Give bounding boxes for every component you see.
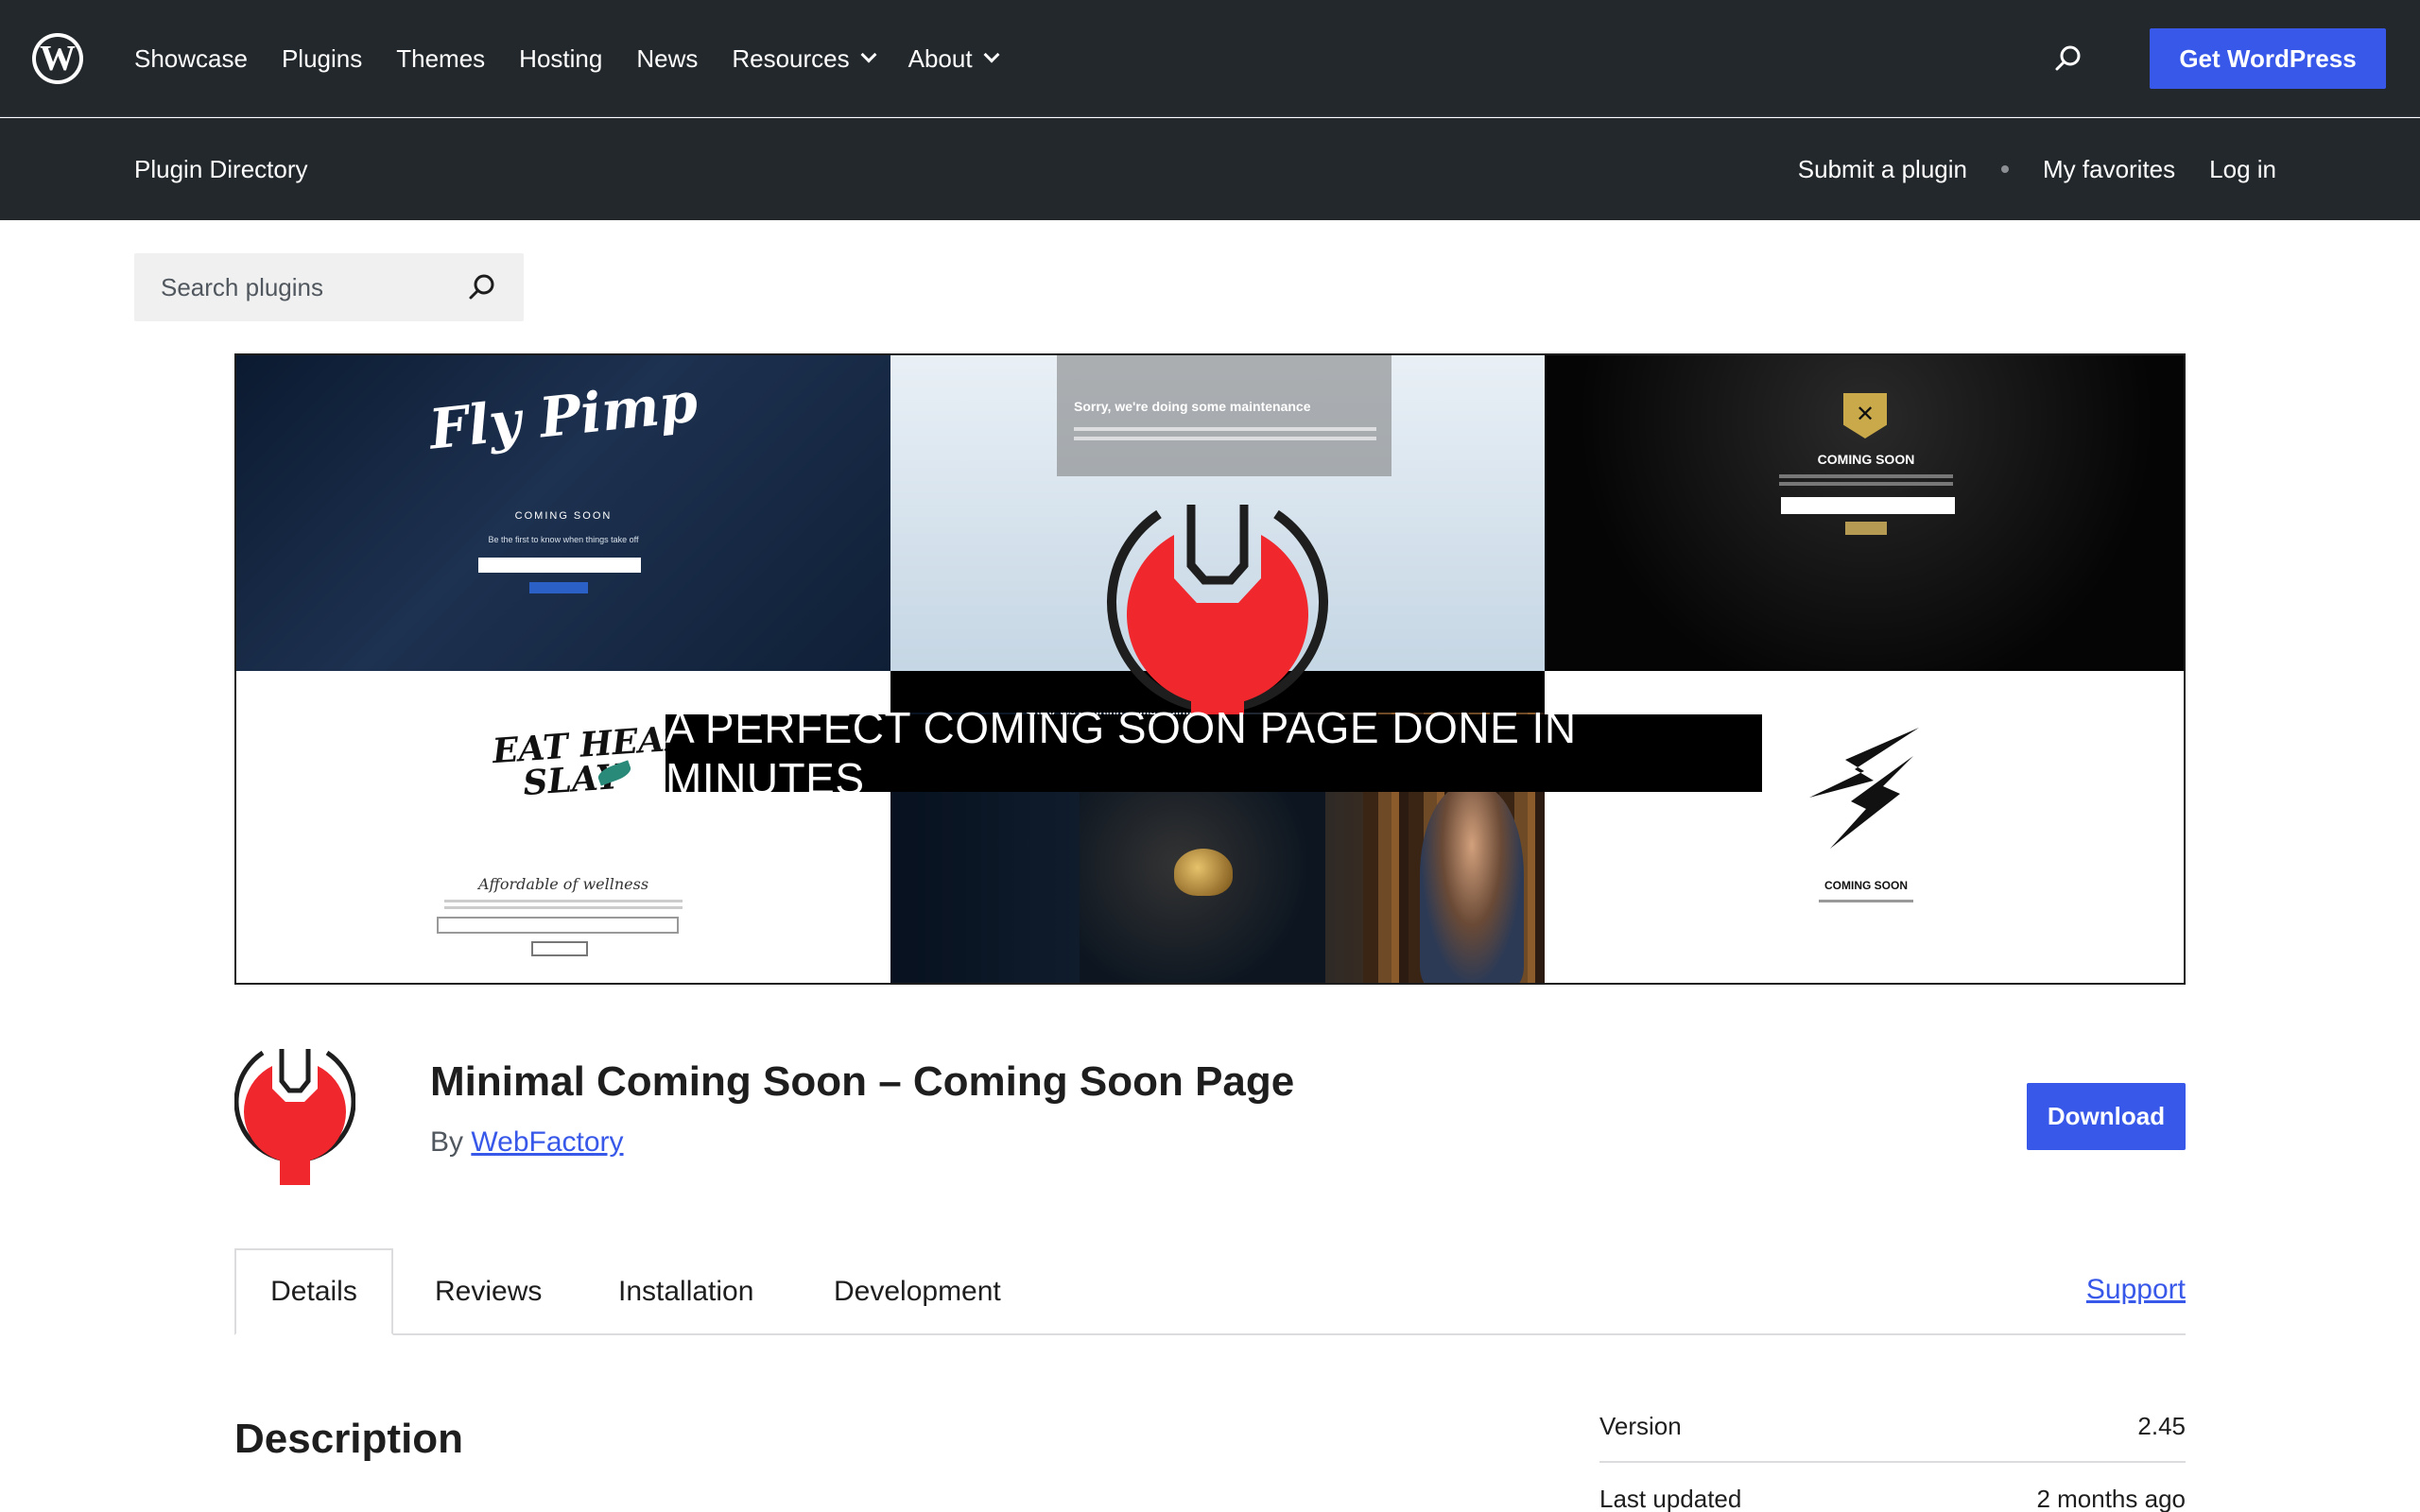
log-in-link[interactable]: Log in (2209, 155, 2276, 184)
flypimp-notify-button (529, 582, 588, 593)
meta-label: Version (1599, 1411, 1682, 1440)
tab-development[interactable]: Development (834, 1248, 1001, 1335)
support-link[interactable]: Support (2086, 1274, 2186, 1306)
banner-tile-flypimp: Fly Pimp COMING SOON Be the first to kno… (236, 355, 890, 671)
nav-item-label: Showcase (134, 43, 248, 73)
plugin-banner: Fly Pimp COMING SOON Be the first to kno… (234, 353, 2186, 985)
plugin-author-prefix: By (430, 1126, 464, 1158)
nav-item-label: Themes (396, 43, 486, 73)
maintenance-heading: Sorry, we're doing some maintenance (1074, 399, 1311, 414)
nav-item-label: Resources (732, 43, 850, 73)
plugin-directory-link[interactable]: Plugin Directory (134, 118, 308, 220)
flypimp-logo-text: Fly Pimp (425, 369, 701, 462)
plugin-title: Minimal Coming Soon – Coming Soon Page (430, 1058, 1295, 1105)
global-header: W Showcase Plugins Themes Hosting News R… (0, 0, 2420, 117)
reading-child-image (1420, 784, 1524, 983)
chevron-down-icon (860, 46, 877, 63)
flypimp-email-field (478, 558, 641, 573)
search-icon[interactable] (467, 272, 497, 302)
main-nav: Showcase Plugins Themes Hosting News Res… (134, 0, 1000, 117)
dark-coming-soon-title: COMING SOON (1817, 452, 1915, 467)
nav-item-themes[interactable]: Themes (396, 44, 485, 74)
lightning-text-line (1819, 900, 1913, 902)
nav-item-label: Hosting (519, 43, 603, 73)
eathealslay-signup-button (531, 941, 588, 956)
minimal-coming-soon-logo-icon (1107, 505, 1328, 714)
flypimp-coming-soon: COMING SOON (514, 510, 613, 522)
wordpress-logo-icon[interactable]: W (32, 33, 83, 84)
meta-value: 2 months ago (2036, 1484, 2186, 1512)
lightning-logo-icon (1809, 728, 1919, 849)
meta-row-last-updated: Last updated 2 months ago (1599, 1463, 2186, 1512)
tab-details[interactable]: Details (234, 1248, 393, 1335)
meta-row-version: Version 2.45 (1599, 1391, 2186, 1463)
chevron-down-icon (983, 46, 1000, 63)
eathealslay-email-field (437, 917, 679, 934)
kettle-image (1174, 849, 1233, 896)
tab-reviews[interactable]: Reviews (435, 1248, 542, 1335)
banner-tagline: A PERFECT COMING SOON PAGE DONE IN MINUT… (666, 703, 1762, 803)
search-plugins-input[interactable] (134, 253, 456, 321)
submit-plugin-link[interactable]: Submit a plugin (1798, 155, 1967, 184)
search-icon[interactable] (2053, 43, 2083, 74)
nav-item-label: News (636, 43, 699, 73)
flypimp-tagline: Be the first to know when things take of… (488, 535, 639, 544)
wordpress-logo-letter: W (36, 37, 79, 80)
plugin-search-box (134, 253, 524, 321)
meta-label: Last updated (1599, 1484, 1742, 1512)
dark-text-lines (1779, 474, 1953, 478)
nav-item-hosting[interactable]: Hosting (519, 44, 602, 74)
plugin-icon (234, 1049, 355, 1185)
dark-email-field (1781, 497, 1955, 514)
separator-dot (2001, 165, 2009, 173)
my-favorites-link[interactable]: My favorites (2043, 155, 2175, 184)
meta-value: 2.45 (2137, 1411, 2186, 1440)
description-heading: Description (234, 1416, 464, 1462)
nav-item-resources[interactable]: Resources (732, 43, 877, 74)
tab-installation[interactable]: Installation (618, 1248, 753, 1335)
plugin-author: By WebFactory (430, 1126, 624, 1159)
nav-item-about[interactable]: About (908, 43, 1000, 74)
plugin-directory-nav: Plugin Directory Submit a plugin My favo… (0, 118, 2420, 220)
dark-subscribe-button (1845, 522, 1887, 535)
maintenance-text-lines (1074, 427, 1376, 431)
nav-item-label: About (908, 43, 973, 73)
nav-item-label: Plugins (281, 43, 363, 73)
maintenance-card: Sorry, we're doing some maintenance (1057, 355, 1392, 476)
local-nav-links: Submit a plugin My favorites Log in (1798, 118, 2276, 220)
download-button[interactable]: Download (2027, 1083, 2186, 1150)
plugin-author-link[interactable]: WebFactory (471, 1126, 623, 1158)
eathealslay-subtitle: Affordable of wellness (477, 875, 649, 893)
nav-item-plugins[interactable]: Plugins (282, 44, 362, 74)
nav-item-showcase[interactable]: Showcase (134, 44, 248, 74)
lightning-coming-soon: COMING SOON (1824, 879, 1908, 892)
get-wordpress-button[interactable]: Get WordPress (2150, 28, 2386, 89)
badge-letter: ✕ (1855, 401, 1876, 427)
eathealslay-text-lines (444, 900, 683, 902)
eathealslay-logo: EAT HEAL SLAY (492, 718, 692, 803)
banner-tile-dark: ✕ COMING SOON (1545, 355, 2184, 671)
nav-item-news[interactable]: News (636, 44, 698, 74)
